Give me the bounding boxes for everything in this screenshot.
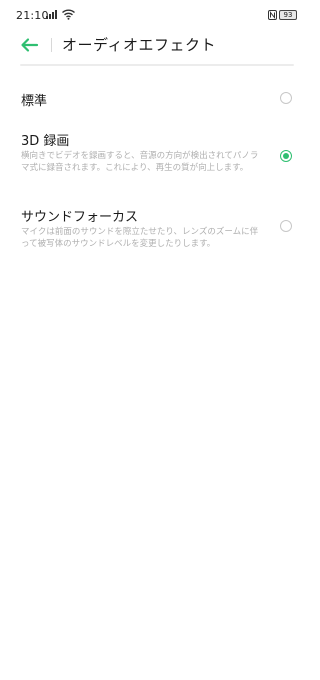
- nfc-icon: [268, 10, 277, 20]
- option-sound-focus[interactable]: サウンドフォーカス マイクは前面のサウンドを際立たせたり、レンズのズームに伴って…: [0, 204, 314, 254]
- radio-standard[interactable]: [280, 92, 292, 104]
- back-button[interactable]: [16, 34, 44, 56]
- radio-sound-focus[interactable]: [280, 220, 292, 232]
- header-divider: [51, 38, 52, 52]
- header: オーディオエフェクト: [0, 30, 314, 60]
- arrow-left-icon: [21, 38, 39, 52]
- option-3d-recording[interactable]: 3D 録画 横向きでビデオを録画すると、音源の方向が検出されてパノラマ式に録音さ…: [0, 128, 314, 178]
- option-standard[interactable]: 標準: [0, 84, 314, 114]
- radio-3d-recording[interactable]: [280, 150, 292, 162]
- option-description: マイクは前面のサウンドを際立たせたり、レンズのズームに伴って被写体のサウンドレベ…: [21, 227, 259, 249]
- option-title: 標準: [21, 94, 48, 109]
- header-separator: [20, 64, 294, 66]
- option-title: 3D 録画: [21, 134, 70, 149]
- option-title: サウンドフォーカス: [21, 210, 139, 225]
- option-description: 横向きでビデオを録画すると、音源の方向が検出されてパノラマ式に録音されます。これ…: [21, 151, 259, 173]
- signal-icon: [46, 10, 57, 19]
- battery-icon: 93: [279, 10, 297, 20]
- status-time: 21:10: [16, 9, 49, 22]
- page-title: オーディオエフェクト: [62, 36, 216, 54]
- wifi-icon: [62, 9, 75, 20]
- status-bar: 21:10 93: [0, 0, 314, 30]
